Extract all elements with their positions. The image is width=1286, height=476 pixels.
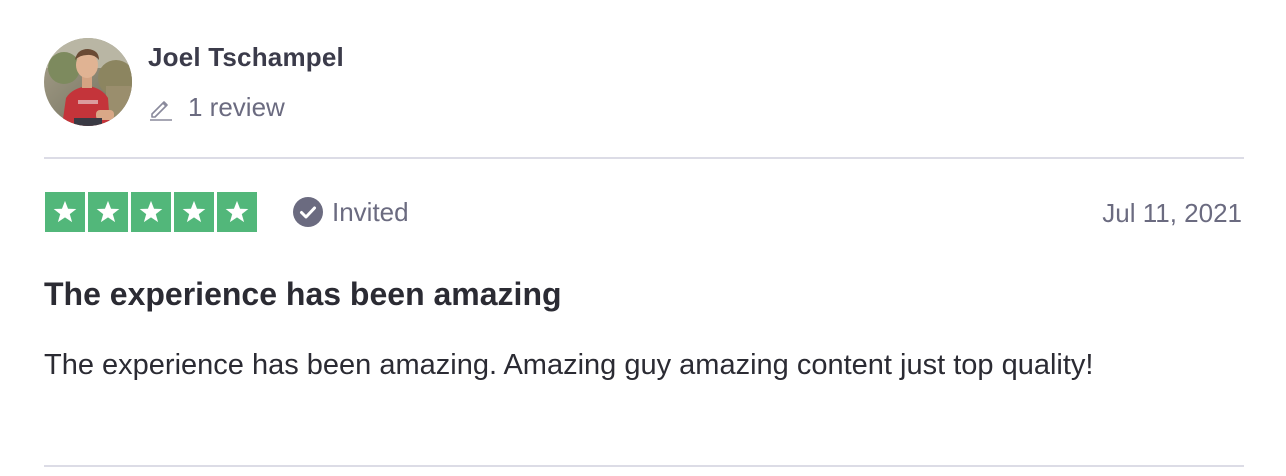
review-count: 1 review xyxy=(148,92,285,123)
invited-badge[interactable]: Invited xyxy=(292,196,409,228)
divider xyxy=(44,465,1244,467)
rating-row: Invited Jul 11, 2021 xyxy=(44,192,1244,232)
star-icon xyxy=(131,192,171,232)
star-icon xyxy=(45,192,85,232)
star-icon xyxy=(217,192,257,232)
consumer-name[interactable]: Joel Tschampel xyxy=(148,42,344,73)
pencil-icon xyxy=(148,95,174,121)
review-date: Jul 11, 2021 xyxy=(1102,198,1242,228)
divider xyxy=(44,157,1244,159)
invited-label: Invited xyxy=(332,196,409,227)
star-icon xyxy=(88,192,128,232)
review-title[interactable]: The experience has been amazing xyxy=(44,276,562,313)
review-card: Joel Tschampel 1 review Invited Jul 11, … xyxy=(44,0,1244,476)
review-body: The experience has been amazing. Amazing… xyxy=(44,349,1094,381)
review-count-label: 1 review xyxy=(188,92,285,122)
check-circle-icon xyxy=(292,196,324,228)
star-icon xyxy=(174,192,214,232)
star-rating xyxy=(45,192,257,232)
avatar[interactable] xyxy=(44,38,132,126)
consumer-info: Joel Tschampel 1 review xyxy=(44,38,644,128)
